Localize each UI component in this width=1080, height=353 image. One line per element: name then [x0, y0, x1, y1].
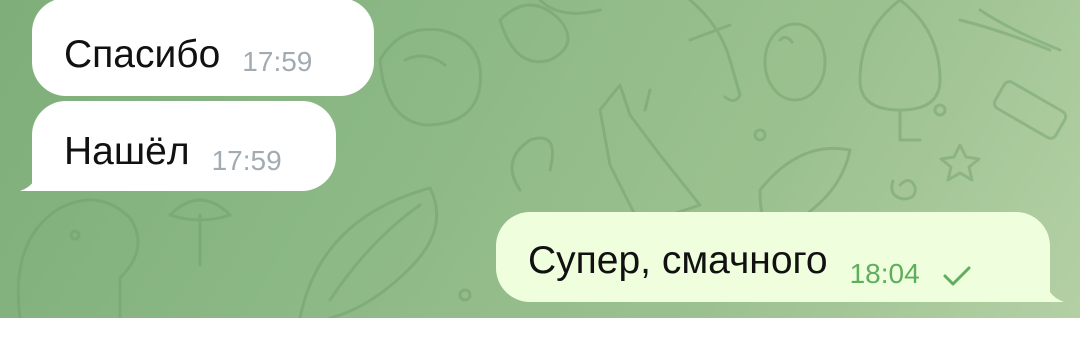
bottom-bar [0, 318, 1080, 353]
message-text: Нашёл [64, 130, 190, 173]
message-bubble-outgoing[interactable]: Супер, смачного 18:04 [496, 212, 1064, 302]
message-bubble-incoming[interactable]: Нашёл 17:59 [20, 101, 336, 191]
bubble-tail [20, 161, 50, 191]
check-icon [943, 266, 971, 286]
message-time: 17:59 [242, 46, 313, 77]
bubble-tail [1034, 272, 1064, 302]
message-text: Супер, смачного [528, 239, 828, 282]
message-text: Спасибо [64, 33, 221, 76]
message-bubble-incoming[interactable]: Спасибо 17:59 [32, 0, 374, 96]
chat-area: Спасибо 17:59 Нашёл 17:59 Супер, смачног… [0, 0, 1080, 318]
message-time: 17:59 [211, 145, 282, 176]
message-time: 18:04 [849, 258, 920, 289]
